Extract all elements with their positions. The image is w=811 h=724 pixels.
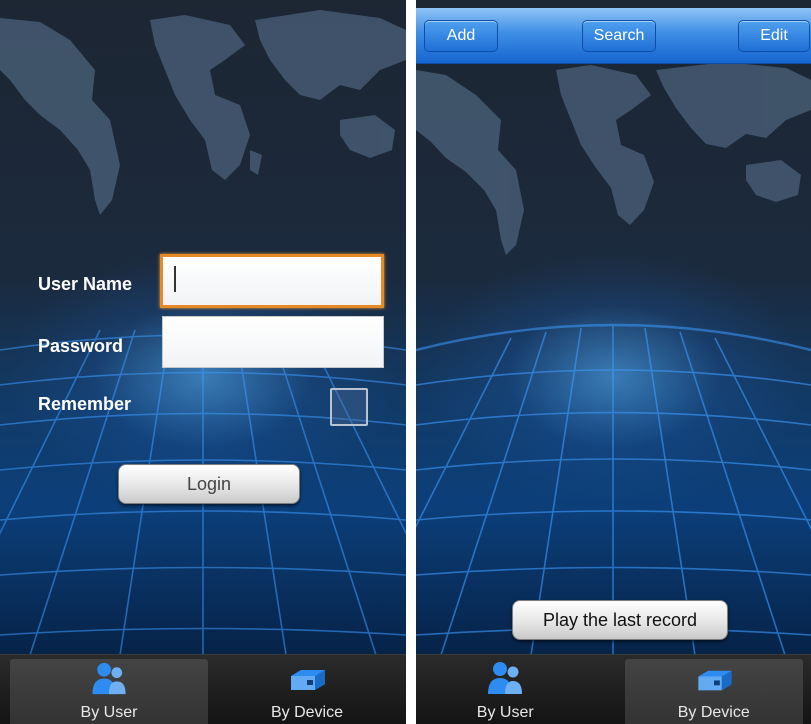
text-cursor [174,266,176,292]
remember-checkbox[interactable] [330,388,368,426]
remember-label: Remember [38,394,132,414]
password-label: Password [38,336,124,356]
tab-by-user-label: By User [476,704,534,721]
edit-button[interactable]: Edit [738,20,810,52]
device-icon [291,670,325,690]
bottom-tab-bar: By User By Device [416,654,811,724]
world-map-background [0,10,406,215]
tab-by-user[interactable]: By User [10,659,208,724]
username-input[interactable] [160,254,384,308]
device-list-screen: Add Search Edit Play the last record By … [416,0,811,724]
login-screen: User Name Password Remember Login By Use… [0,0,406,724]
tab-by-device-label: By Device [270,704,344,721]
tab-by-device-label: By Device [677,704,750,721]
play-last-record-button[interactable]: Play the last record [512,600,728,640]
bottom-tab-bar: By User By Device [0,654,406,724]
screen-divider [406,0,416,724]
tab-by-device[interactable]: By Device [624,659,803,724]
users-icon [488,662,523,694]
add-button[interactable]: Add [424,20,498,52]
device-icon [698,670,732,691]
tab-by-user[interactable]: By User [416,655,595,724]
world-map-background [416,62,811,255]
tab-by-device[interactable]: By Device [208,655,406,724]
login-button[interactable]: Login [118,464,300,504]
tab-by-user-label: By User [80,704,138,721]
username-label: User Name [38,274,133,294]
top-toolbar: Add Search Edit [416,8,811,64]
users-icon [92,662,126,695]
search-button[interactable]: Search [582,20,656,52]
password-input[interactable] [162,316,384,368]
